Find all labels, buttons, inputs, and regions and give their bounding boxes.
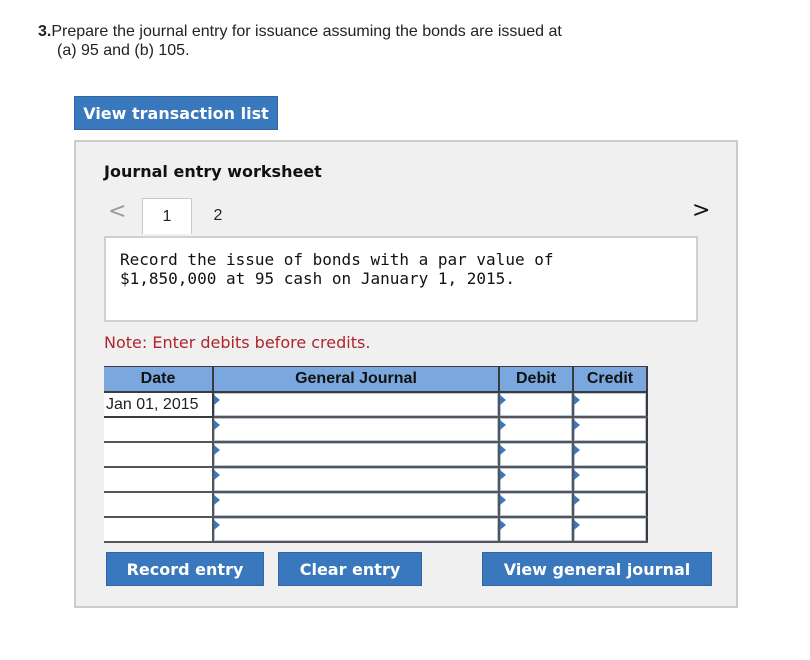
credit-input[interactable]: [574, 518, 646, 541]
header-credit: Credit: [572, 366, 648, 393]
account-cell: [212, 417, 499, 443]
record-entry-button[interactable]: Record entry: [106, 552, 264, 586]
transaction-description: Record the issue of bonds with a par val…: [104, 236, 698, 322]
tab-1[interactable]: 1: [142, 198, 192, 234]
previous-chevron-icon[interactable]: <: [108, 200, 126, 224]
table-row: Jan 01, 2015: [104, 391, 648, 418]
question-number: 3.: [38, 23, 52, 40]
debit-cell: [498, 442, 573, 468]
debit-input[interactable]: [500, 468, 572, 491]
account-input[interactable]: [214, 418, 498, 441]
debit-cell: [498, 492, 573, 518]
account-cell: [212, 392, 499, 418]
debit-input[interactable]: [500, 518, 572, 541]
worksheet-title: Journal entry worksheet: [104, 162, 322, 181]
debit-cell: [498, 467, 573, 493]
question-line-1: Prepare the journal entry for issuance a…: [51, 23, 562, 40]
question-line-2: (a) 95 and (b) 105.: [57, 42, 190, 59]
question-text: 3.Prepare the journal entry for issuance…: [38, 22, 562, 60]
dropdown-marker-icon: [574, 395, 580, 405]
account-input[interactable]: [214, 443, 498, 466]
dropdown-marker-icon: [574, 420, 580, 430]
debit-input[interactable]: [500, 493, 572, 516]
debit-input[interactable]: [500, 418, 572, 441]
credit-input[interactable]: [574, 418, 646, 441]
dropdown-marker-icon: [500, 445, 506, 455]
debit-cell: [498, 417, 573, 443]
journal-header-row: Date General Journal Debit Credit: [104, 366, 648, 393]
instruction-note: Note: Enter debits before credits.: [104, 333, 371, 352]
account-cell: [212, 467, 499, 493]
table-row: [104, 517, 648, 543]
view-general-journal-button[interactable]: View general journal: [482, 552, 712, 586]
account-input[interactable]: [214, 518, 498, 541]
account-cell: [212, 517, 499, 543]
dropdown-marker-icon: [500, 420, 506, 430]
account-input[interactable]: [214, 393, 498, 416]
dropdown-marker-icon: [574, 445, 580, 455]
credit-input[interactable]: [574, 468, 646, 491]
clear-entry-button[interactable]: Clear entry: [278, 552, 422, 586]
journal-table: Date General Journal Debit Credit Jan 01…: [104, 366, 648, 543]
date-cell: [104, 417, 213, 443]
dropdown-marker-icon: [574, 495, 580, 505]
dropdown-marker-icon: [500, 520, 506, 530]
table-row: [104, 417, 648, 443]
dropdown-marker-icon: [214, 420, 220, 430]
debit-cell: [498, 517, 573, 543]
header-date: Date: [104, 366, 214, 393]
dropdown-marker-icon: [214, 395, 220, 405]
tab-2[interactable]: 2: [198, 198, 238, 234]
credit-input[interactable]: [574, 493, 646, 516]
dropdown-marker-icon: [214, 470, 220, 480]
next-chevron-icon[interactable]: >: [692, 198, 712, 224]
credit-cell: [572, 467, 648, 493]
transaction-description-text: Record the issue of bonds with a par val…: [120, 250, 554, 288]
credit-input[interactable]: [574, 393, 646, 416]
date-cell: [104, 442, 213, 468]
date-cell: Jan 01, 2015: [104, 391, 214, 418]
account-input[interactable]: [214, 493, 498, 516]
dropdown-marker-icon: [574, 470, 580, 480]
dropdown-marker-icon: [214, 445, 220, 455]
debit-input[interactable]: [500, 443, 572, 466]
table-row: [104, 467, 648, 493]
table-row: [104, 442, 648, 468]
account-input[interactable]: [214, 468, 498, 491]
journal-entry-worksheet-panel: Journal entry worksheet < 1 2 > Record t…: [74, 140, 738, 608]
credit-input[interactable]: [574, 443, 646, 466]
credit-cell: [572, 442, 648, 468]
header-debit: Debit: [498, 366, 574, 393]
date-cell: [104, 517, 213, 543]
dropdown-marker-icon: [500, 395, 506, 405]
account-cell: [212, 492, 499, 518]
date-cell: [104, 467, 213, 493]
dropdown-marker-icon: [214, 495, 220, 505]
account-cell: [212, 442, 499, 468]
dropdown-marker-icon: [500, 495, 506, 505]
credit-cell: [572, 392, 648, 418]
header-general-journal: General Journal: [212, 366, 500, 393]
debit-input[interactable]: [500, 393, 572, 416]
table-row: [104, 492, 648, 518]
credit-cell: [572, 492, 648, 518]
credit-cell: [572, 517, 648, 543]
date-cell: [104, 492, 213, 518]
credit-cell: [572, 417, 648, 443]
dropdown-marker-icon: [214, 520, 220, 530]
debit-cell: [498, 392, 573, 418]
view-transaction-list-button[interactable]: View transaction list: [74, 96, 278, 130]
dropdown-marker-icon: [500, 470, 506, 480]
dropdown-marker-icon: [574, 520, 580, 530]
